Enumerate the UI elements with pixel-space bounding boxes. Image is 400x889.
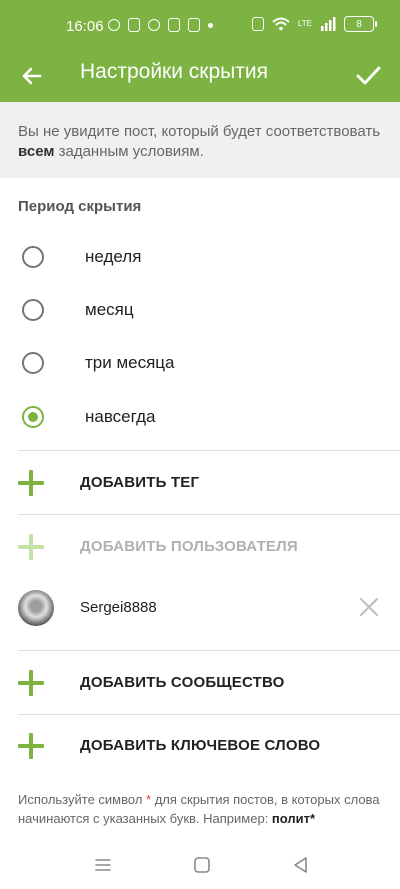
page-title: Настройки скрытия xyxy=(80,60,268,83)
period-section-title: Период скрытия xyxy=(18,198,142,215)
vibrate-icon xyxy=(251,17,264,31)
status-time: 16:06 xyxy=(66,18,104,35)
add-community-label: ДОБАВИТЬ СООБЩЕСТВО xyxy=(80,674,285,691)
radio-option-three-months[interactable]: три месяца xyxy=(0,338,400,391)
add-keyword-button[interactable]: ДОБАВИТЬ КЛЮЧЕВОЕ СЛОВО xyxy=(0,715,400,777)
avatar xyxy=(18,590,54,626)
user-name: Sergei8888 xyxy=(80,599,157,616)
add-user-label: ДОБАВИТЬ ПОЛЬЗОВАТЕЛЯ xyxy=(80,538,298,555)
add-community-button[interactable]: ДОБАВИТЬ СООБЩЕСТВО xyxy=(0,652,400,714)
info-banner: Вы не увидите пост, который будет соотве… xyxy=(0,102,400,178)
divider xyxy=(18,514,400,515)
plus-icon xyxy=(18,470,44,496)
plus-icon xyxy=(18,534,44,560)
battery-level: 8 xyxy=(356,18,362,30)
network-type-label: LTE xyxy=(297,19,312,28)
radio-unchecked-icon[interactable] xyxy=(22,352,44,374)
add-tag-label: ДОБАВИТЬ ТЕГ xyxy=(80,474,200,491)
hidden-user-row: Sergei8888 xyxy=(0,578,400,638)
status-bar: 16:06 LTE 8 xyxy=(0,0,400,50)
divider xyxy=(18,650,400,651)
back-triangle-icon[interactable] xyxy=(290,854,312,876)
notification-app-icon xyxy=(188,18,200,32)
keyword-hint: Используйте символ * для скрытия постов,… xyxy=(18,790,388,828)
notification-app-icon xyxy=(108,19,120,31)
home-icon[interactable] xyxy=(191,854,213,876)
system-icons: LTE 8 xyxy=(251,16,377,32)
radio-checked-icon[interactable] xyxy=(22,406,44,428)
close-icon[interactable] xyxy=(358,596,380,618)
hint-text-start: Используйте символ xyxy=(18,792,147,807)
wifi-icon xyxy=(272,17,290,31)
app-bar: Настройки скрытия xyxy=(0,50,400,102)
radio-option-forever[interactable]: навсегда xyxy=(0,392,400,445)
check-icon[interactable] xyxy=(348,56,388,96)
arrow-left-icon[interactable] xyxy=(18,58,54,94)
radio-label: неделя xyxy=(85,247,142,266)
info-text-start: Вы не увидите пост, который будет соотве… xyxy=(18,123,381,140)
notification-app-icon xyxy=(128,18,140,32)
radio-unchecked-icon[interactable] xyxy=(22,246,44,268)
add-tag-button[interactable]: ДОБАВИТЬ ТЕГ xyxy=(0,452,400,514)
radio-label: три месяца xyxy=(85,353,175,372)
radio-option-month[interactable]: месяц xyxy=(0,285,400,338)
radio-label: навсегда xyxy=(85,407,156,426)
menu-icon[interactable] xyxy=(92,854,114,876)
plus-icon xyxy=(18,733,44,759)
notification-app-icon xyxy=(148,19,160,31)
add-keyword-label: ДОБАВИТЬ КЛЮЧЕВОЕ СЛОВО xyxy=(80,737,321,754)
radio-option-week[interactable]: неделя xyxy=(0,232,400,285)
notification-icons xyxy=(108,18,213,32)
battery-icon: 8 xyxy=(344,16,377,32)
system-nav-bar xyxy=(0,840,400,889)
divider xyxy=(18,450,400,451)
plus-icon xyxy=(18,670,44,696)
more-notifications-icon xyxy=(208,22,213,28)
signal-icon xyxy=(321,17,336,31)
add-user-button[interactable]: ДОБАВИТЬ ПОЛЬЗОВАТЕЛЯ xyxy=(0,516,400,578)
notification-app-icon xyxy=(168,18,180,32)
radio-unchecked-icon[interactable] xyxy=(22,299,44,321)
radio-label: месяц xyxy=(85,300,134,319)
info-text-bold: всем xyxy=(18,143,55,160)
hint-example: полит* xyxy=(271,811,316,826)
info-text-end: заданным условиям. xyxy=(54,143,204,160)
